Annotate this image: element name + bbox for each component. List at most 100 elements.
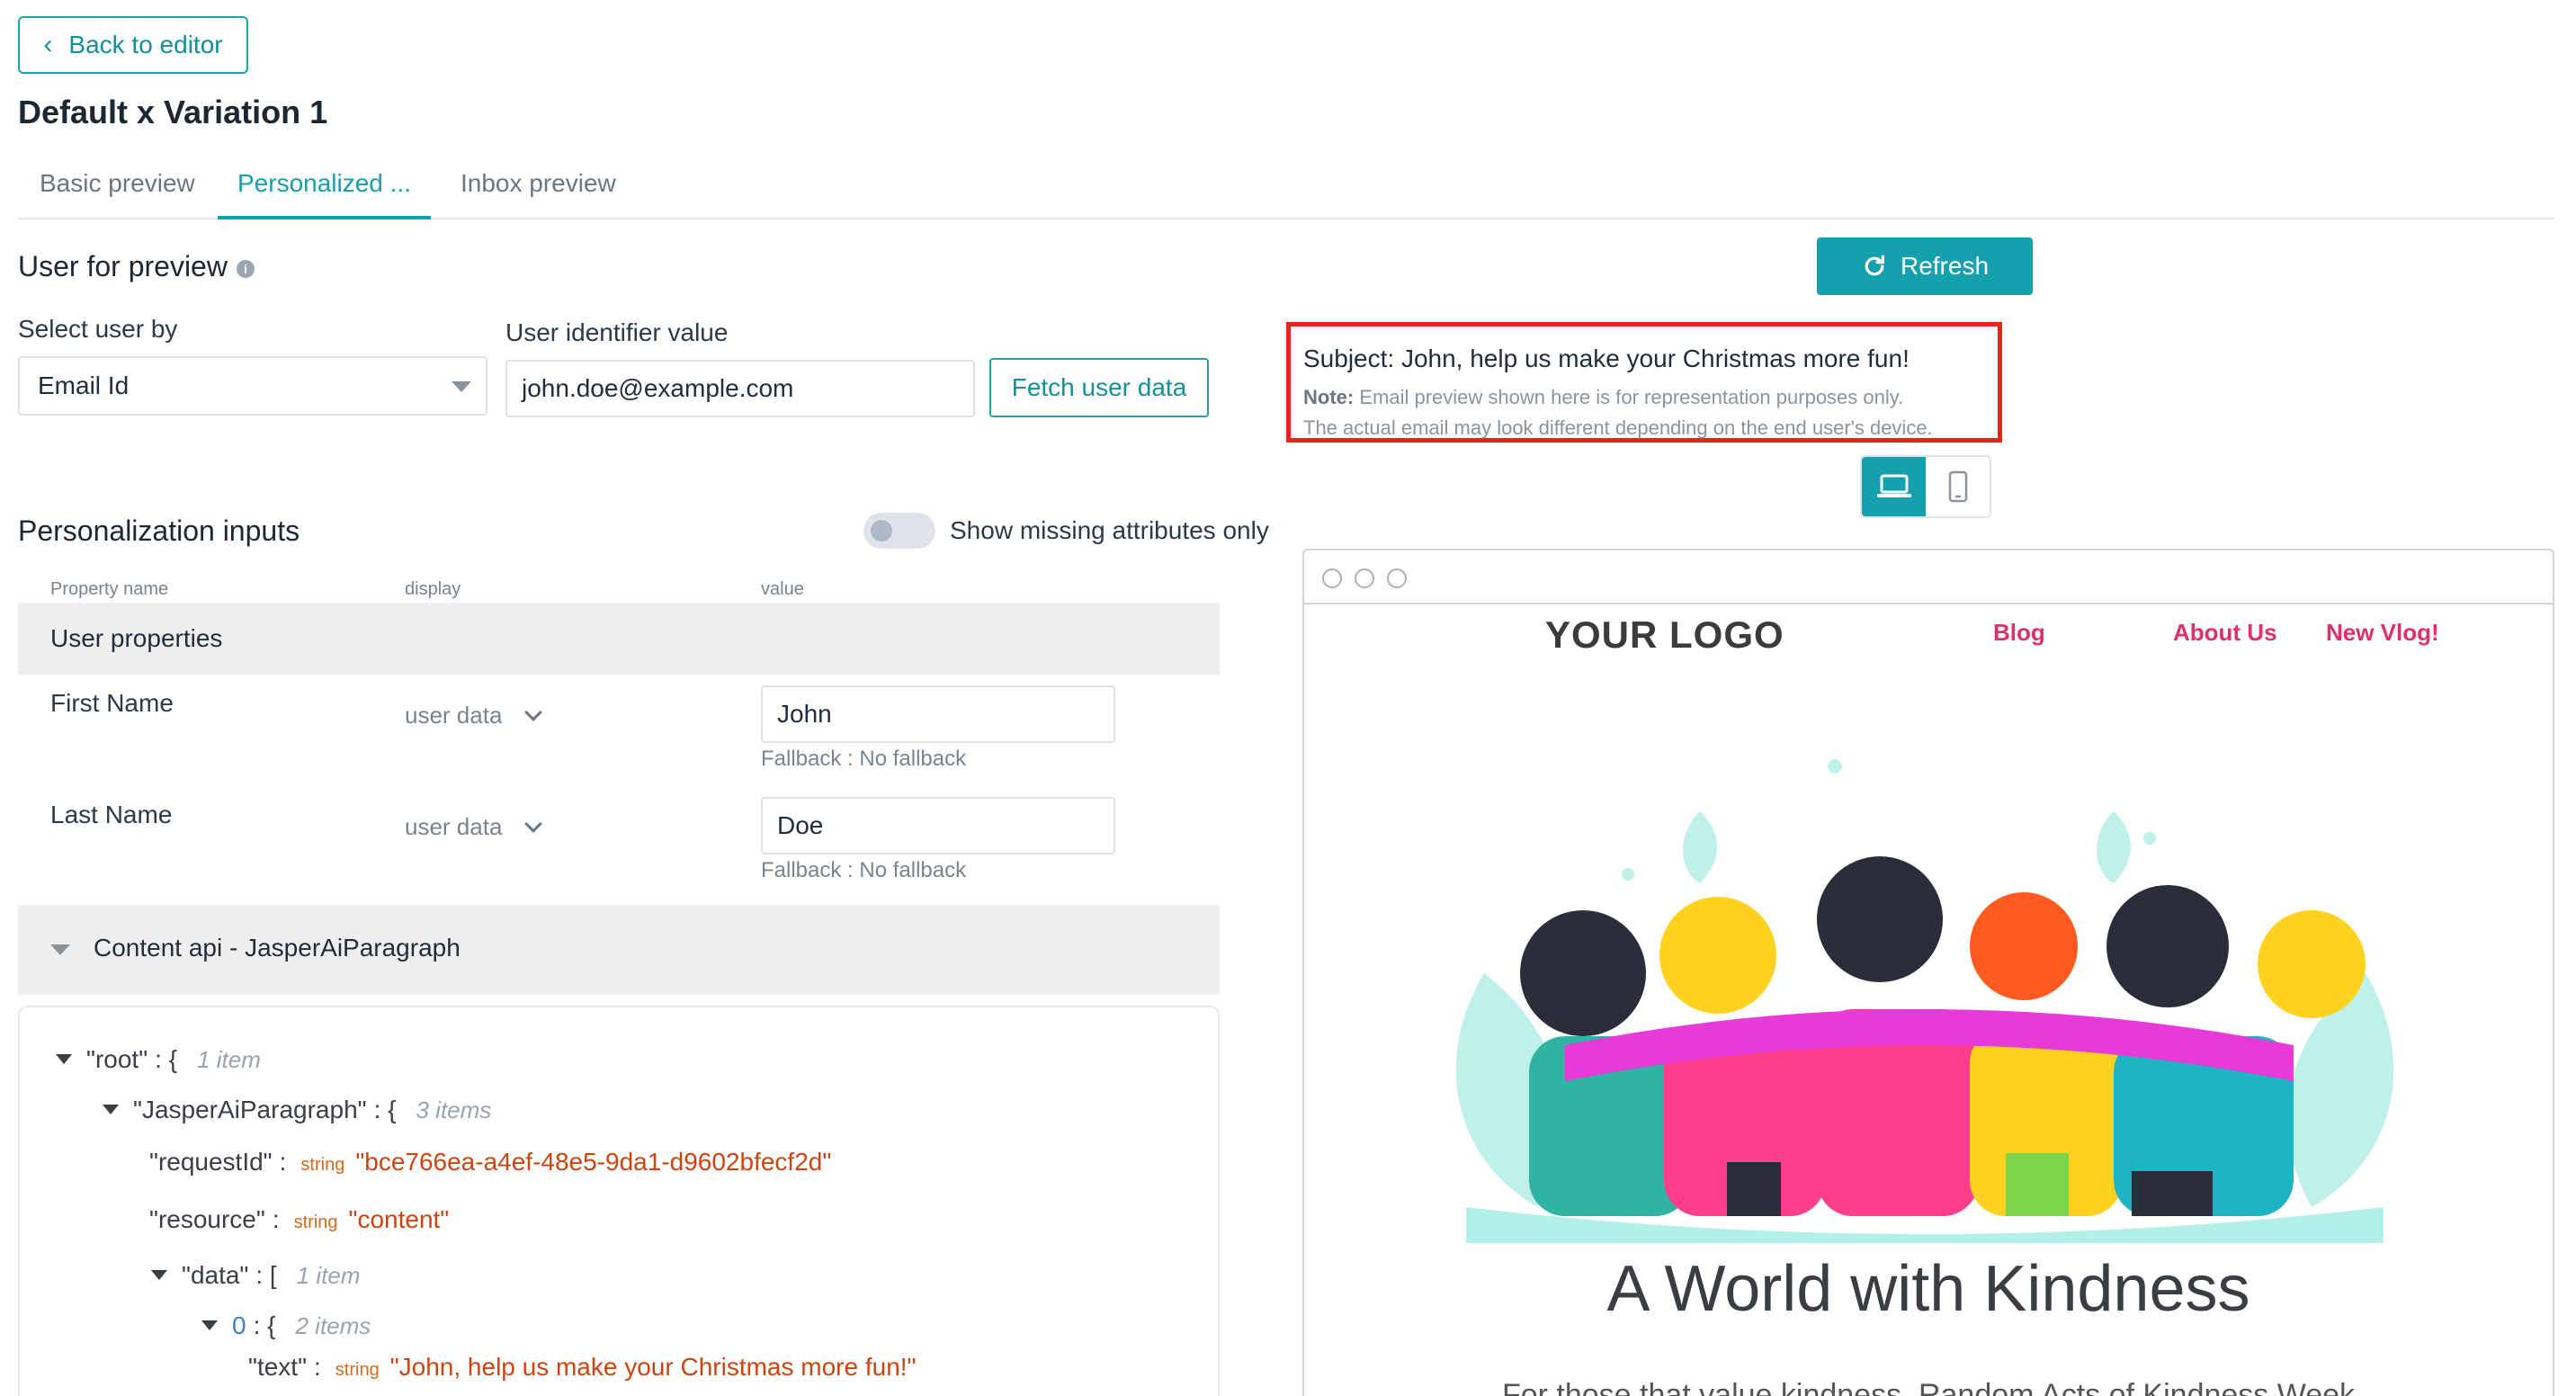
json-count: 2 items xyxy=(295,1312,371,1339)
json-value: "bce766ea-a4ef-48e5-9da1-d9602bfecf2d" xyxy=(355,1148,832,1176)
personalization-title: Personalization inputs xyxy=(18,515,300,547)
display-value-first: user data xyxy=(405,702,503,729)
browser-bar xyxy=(1304,550,2553,604)
display-dropdown-last[interactable]: user data xyxy=(405,813,543,841)
user-identifier-value: john.doe@example.com xyxy=(522,374,794,402)
json-type: string xyxy=(293,1213,338,1232)
email-headline: A World with Kindness xyxy=(1606,1253,2250,1325)
last-name-fallback: Fallback : No fallback xyxy=(761,858,967,882)
first-name-fallback: Fallback : No fallback xyxy=(761,747,967,771)
json-count: 3 items xyxy=(416,1096,492,1123)
email-nav-vlog[interactable]: New Vlog! xyxy=(2326,619,2439,647)
laptop-icon xyxy=(1876,474,1911,497)
json-key: 0 xyxy=(232,1311,246,1339)
expand-triangle-icon xyxy=(103,1105,119,1114)
last-name-value: Doe xyxy=(777,811,824,839)
json-count: 1 item xyxy=(197,1046,261,1073)
caret-down-icon xyxy=(452,381,471,392)
json-punct: : { xyxy=(253,1311,276,1339)
user-preview-title: User for preview xyxy=(18,250,228,282)
user-preview-heading: User for preview i xyxy=(18,250,255,283)
tab-basic-preview[interactable]: Basic preview xyxy=(40,169,195,219)
json-punct: : { xyxy=(155,1045,178,1073)
subject-preview-box: Subject: John, help us make your Christm… xyxy=(1286,322,2002,443)
desktop-view-button[interactable] xyxy=(1862,457,1926,516)
note-line-1: Email preview shown here is for represen… xyxy=(1359,386,1904,408)
back-to-editor-button[interactable]: ‹ Back to editor xyxy=(18,16,248,74)
json-key: "resource" xyxy=(149,1205,265,1233)
window-dot-icon xyxy=(1322,568,1342,588)
refresh-icon xyxy=(1865,255,1884,276)
refresh-label: Refresh xyxy=(1900,252,1990,280)
user-properties-group: User properties xyxy=(18,603,1220,675)
select-user-label: Select user by xyxy=(18,315,178,343)
subject-line: Subject: John, help us make your Christm… xyxy=(1303,345,1910,372)
user-identifier-input[interactable]: john.doe@example.com xyxy=(505,360,975,417)
json-punct: : [ xyxy=(255,1261,277,1289)
expand-triangle-icon xyxy=(151,1270,167,1280)
email-nav-blog[interactable]: Blog xyxy=(1993,619,2045,647)
tab-inbox-preview[interactable]: Inbox preview xyxy=(461,169,616,219)
column-header-property: Property name xyxy=(50,579,169,599)
expand-triangle-icon xyxy=(201,1320,218,1330)
json-key: "requestId" xyxy=(149,1148,273,1176)
json-punct: : { xyxy=(373,1096,397,1123)
chevron-left-icon: ‹ xyxy=(43,30,53,59)
email-nav-about[interactable]: About Us xyxy=(2173,619,2277,647)
property-name-last: Last Name xyxy=(50,801,173,828)
email-preview-frame: YOUR LOGO Blog About Us New Vlog! A Worl… xyxy=(1302,549,2554,1396)
column-header-display: display xyxy=(405,579,461,599)
fetch-user-data-button[interactable]: Fetch user data xyxy=(989,358,1209,417)
json-jasper-line[interactable]: "JasperAiParagraph": { 3 items xyxy=(103,1096,491,1124)
missing-attributes-toggle[interactable] xyxy=(863,513,935,549)
identifier-label: User identifier value xyxy=(505,318,729,346)
device-toggle xyxy=(1860,455,1991,518)
select-user-value: Email Id xyxy=(38,371,130,399)
content-api-title: Content api - JasperAiParagraph xyxy=(94,934,461,962)
toggle-knob xyxy=(871,520,892,541)
note-label: Note: xyxy=(1303,386,1355,408)
tab-personalized[interactable]: Personalized ... xyxy=(218,169,431,219)
json-type: string xyxy=(300,1155,345,1175)
json-type: string xyxy=(335,1360,380,1380)
chevron-down-icon xyxy=(524,814,543,833)
json-count: 1 item xyxy=(296,1262,361,1289)
first-name-value-input[interactable]: John xyxy=(761,685,1115,743)
back-to-editor-label: Back to editor xyxy=(68,31,223,58)
mobile-view-button[interactable] xyxy=(1926,457,1990,516)
mobile-icon xyxy=(1948,470,1967,503)
json-key: "JasperAiParagraph" xyxy=(133,1096,367,1123)
column-header-value: value xyxy=(761,579,804,599)
chevron-down-icon xyxy=(524,702,543,721)
content-api-section[interactable]: Content api - JasperAiParagraph xyxy=(18,905,1220,995)
collapse-triangle-icon xyxy=(50,944,70,955)
note-text: Note: Email preview shown here is for re… xyxy=(1303,382,1998,443)
expand-triangle-icon xyxy=(56,1054,72,1064)
window-dot-icon xyxy=(1355,568,1374,588)
json-value: "content" xyxy=(348,1205,450,1233)
note-line-2: The actual email may look different depe… xyxy=(1303,416,1933,439)
display-value-last: user data xyxy=(405,813,503,840)
display-dropdown-first[interactable]: user data xyxy=(405,702,543,729)
json-key: "text" xyxy=(248,1353,308,1381)
last-name-value-input[interactable]: Doe xyxy=(761,797,1115,855)
preview-tabs: Basic preview Personalized ... Inbox pre… xyxy=(18,158,2554,219)
json-text-line: "text": string "John, help us make your … xyxy=(248,1353,917,1382)
info-icon[interactable]: i xyxy=(236,259,255,278)
json-zero-line[interactable]: 0 : { 2 items xyxy=(201,1311,371,1340)
email-body-text: For those that value kindness, Random Ac… xyxy=(1501,1378,2356,1396)
json-punct: : xyxy=(314,1353,321,1381)
json-punct: : xyxy=(272,1205,280,1233)
select-user-by-dropdown[interactable]: Email Id xyxy=(18,356,487,416)
json-resource-line: "resource": string "content" xyxy=(149,1205,449,1234)
json-punct: : xyxy=(279,1148,287,1176)
json-data-line[interactable]: "data" : [ 1 item xyxy=(151,1261,361,1290)
friends-hugging-illustration xyxy=(1455,759,2394,1243)
json-key: "data" xyxy=(182,1261,249,1289)
json-key: "root" xyxy=(86,1045,148,1073)
refresh-button[interactable]: Refresh xyxy=(1817,237,2033,295)
missing-attributes-label: Show missing attributes only xyxy=(950,516,1269,544)
json-root-line[interactable]: "root" : { 1 item xyxy=(56,1045,261,1074)
window-dot-icon xyxy=(1387,568,1407,588)
email-logo: YOUR LOGO xyxy=(1545,613,1784,656)
